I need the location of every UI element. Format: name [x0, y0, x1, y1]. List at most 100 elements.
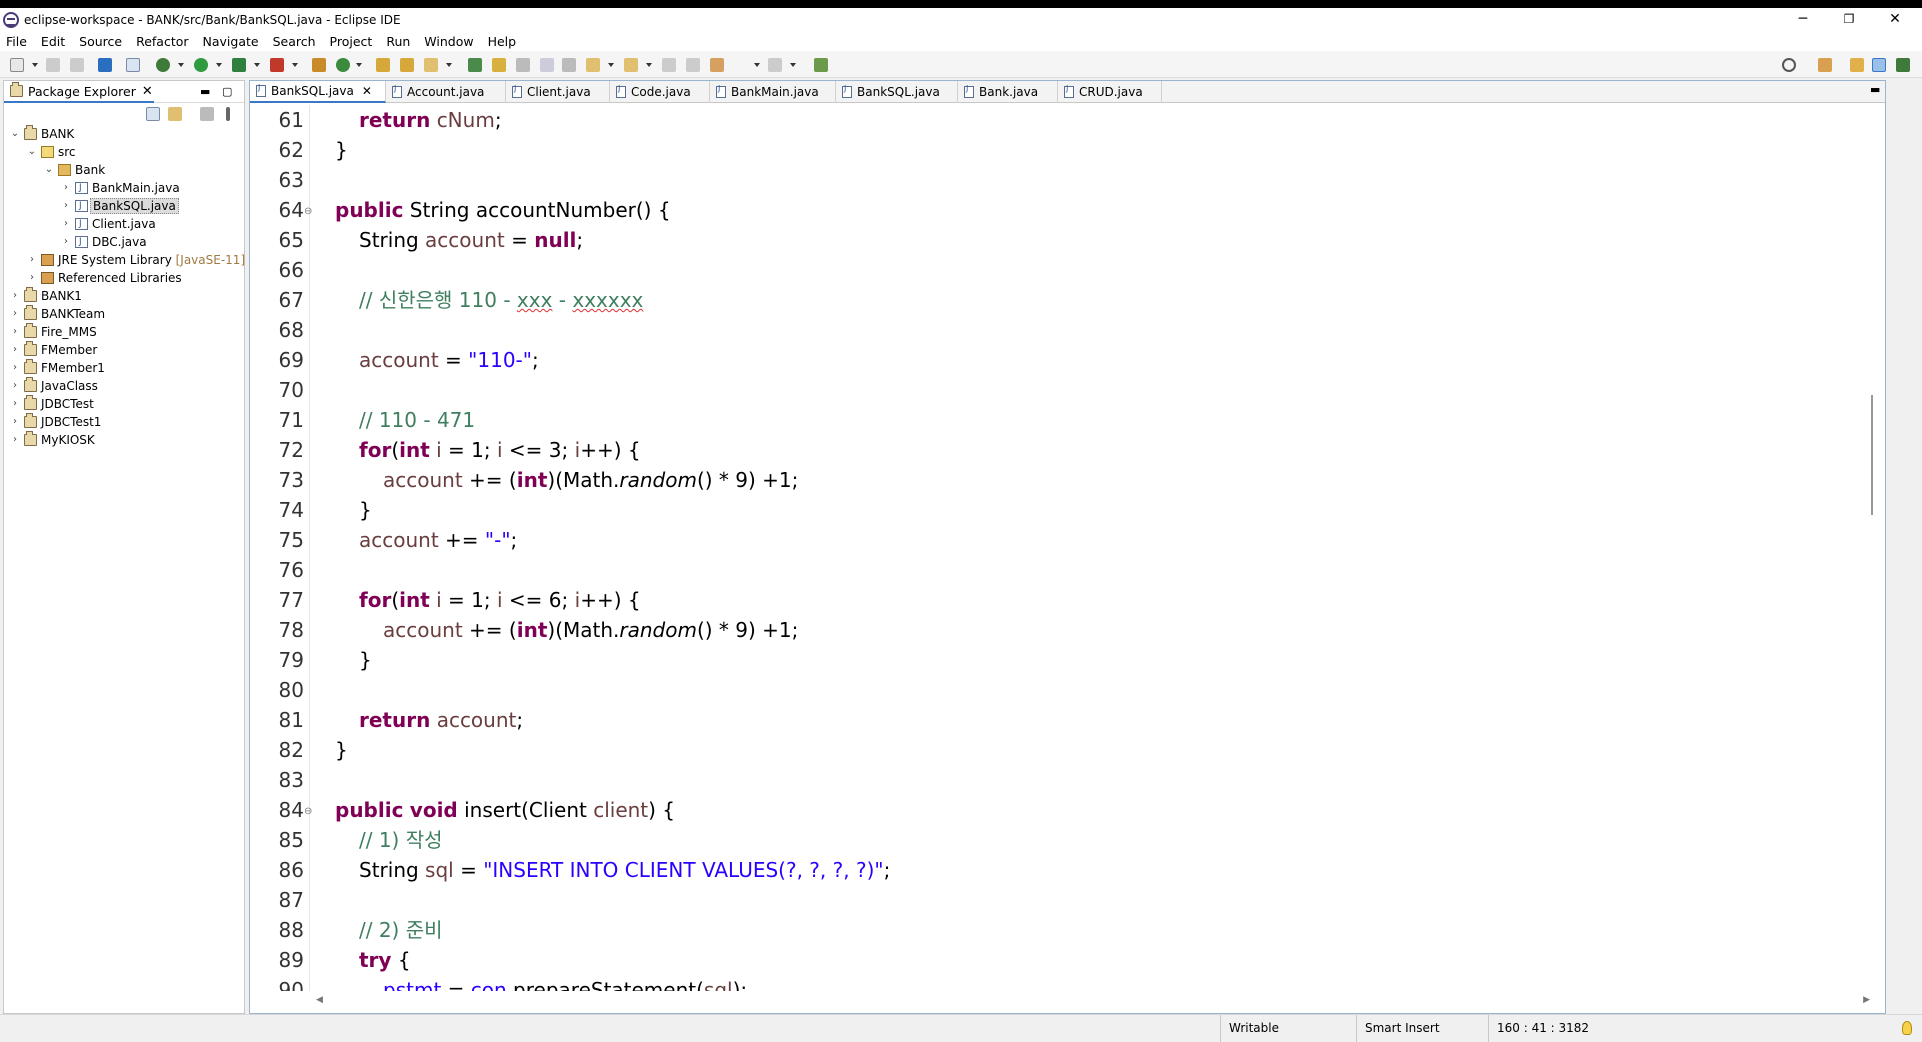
tree-item[interactable]: › DBC.java — [4, 233, 244, 251]
menu-search[interactable]: Search — [273, 34, 316, 49]
menu-source[interactable]: Source — [79, 34, 122, 49]
menu-navigate[interactable]: Navigate — [203, 34, 259, 49]
code-line[interactable]: 89 try { — [262, 945, 1874, 975]
search-icon[interactable] — [1782, 58, 1796, 72]
back-dropdown-icon[interactable] — [754, 63, 760, 67]
editor-tab[interactable]: BankMain.java — [710, 81, 836, 103]
menu-file[interactable]: File — [6, 34, 27, 49]
expand-chevron-icon[interactable]: › — [10, 431, 20, 449]
code-line[interactable]: 66 — [262, 255, 1874, 285]
close-view-icon[interactable]: ✕ — [142, 84, 153, 99]
close-tab-icon[interactable]: ✕ — [362, 84, 372, 98]
fold-toggle-icon[interactable]: ⊖ — [304, 797, 312, 827]
menu-refactor[interactable]: Refactor — [136, 34, 188, 49]
next-annotation-dropdown-icon[interactable] — [608, 63, 614, 67]
coverage-dropdown-icon[interactable] — [254, 63, 260, 67]
show-whitespace-icon[interactable] — [562, 58, 576, 72]
tree-item[interactable]: ⌄ BANK — [4, 125, 244, 143]
forward-history-icon[interactable] — [686, 58, 700, 72]
code-line[interactable]: 86 String sql = "INSERT INTO CLIENT VALUE… — [262, 855, 1874, 885]
code-line[interactable]: 79} — [262, 645, 1874, 675]
new-java-package-icon[interactable] — [312, 58, 326, 72]
tree-item[interactable]: › JavaClass — [4, 377, 244, 395]
new-dropdown-icon[interactable] — [32, 63, 38, 67]
tree-item[interactable]: › JRE System Library [JavaSE-11] — [4, 251, 245, 269]
expand-chevron-icon[interactable]: › — [61, 179, 71, 197]
code-line[interactable]: 85 // 1) 작성 — [262, 825, 1874, 855]
collapse-chevron-icon[interactable]: ⌄ — [27, 143, 37, 161]
code-line[interactable]: 76 — [262, 555, 1874, 585]
code-line[interactable]: 73 account += (int)(Math.random() * 9) +1… — [262, 465, 1874, 495]
toggle-mark-occurrences-icon[interactable] — [492, 58, 506, 72]
maximize-view-icon[interactable]: ▢ — [222, 85, 232, 98]
minimize-button[interactable]: ─ — [1780, 8, 1826, 31]
tree-item[interactable]: ⌄ src — [4, 143, 244, 161]
run-dropdown-icon[interactable] — [216, 63, 222, 67]
menu-help[interactable]: Help — [488, 34, 517, 49]
expand-chevron-icon[interactable]: › — [61, 197, 71, 215]
view-menu-icon[interactable] — [226, 107, 230, 121]
code-line[interactable]: 90 pstmt = con.prepareStatement(sql); — [262, 975, 1874, 991]
code-line[interactable]: 82} — [262, 735, 1874, 765]
toggle-block-selection-icon[interactable] — [540, 58, 554, 72]
skip-breakpoints-icon[interactable] — [126, 58, 140, 72]
editor-tab[interactable]: Bank.java — [958, 81, 1058, 103]
close-window-button[interactable]: ✕ — [1872, 8, 1918, 31]
run-icon[interactable] — [194, 58, 208, 72]
expand-chevron-icon[interactable]: › — [61, 215, 71, 233]
previous-annotation-icon[interactable] — [624, 58, 638, 72]
toggle-annotation-icon[interactable] — [468, 58, 482, 72]
menu-project[interactable]: Project — [330, 34, 373, 49]
open-task-icon[interactable] — [400, 58, 414, 72]
code-line[interactable]: 71 // 110 - 471 — [262, 405, 1874, 435]
debug-dropdown-icon[interactable] — [178, 63, 184, 67]
tree-item[interactable]: › BankMain.java — [4, 179, 244, 197]
external-tools-icon[interactable] — [270, 58, 284, 72]
expand-chevron-icon[interactable]: › — [27, 251, 37, 269]
code-line[interactable]: 75 account += "-"; — [262, 525, 1874, 555]
java-perspective-icon[interactable] — [1872, 58, 1886, 72]
scroll-right-icon[interactable]: ▶ — [1863, 995, 1870, 1005]
new-icon[interactable] — [10, 58, 24, 72]
debug-perspective-icon[interactable] — [1896, 58, 1910, 72]
previous-annotation-dropdown-icon[interactable] — [646, 63, 652, 67]
code-line[interactable]: 78 account += (int)(Math.random() * 9) +1… — [262, 615, 1874, 645]
back-icon[interactable] — [710, 58, 724, 72]
fold-toggle-icon[interactable]: ⊖ — [304, 197, 312, 227]
terminal-icon[interactable] — [98, 58, 112, 72]
code-line[interactable]: 88 // 2) 준비 — [262, 915, 1874, 945]
menu-edit[interactable]: Edit — [41, 34, 65, 49]
toggle-word-wrap-icon[interactable] — [516, 58, 530, 72]
expand-chevron-icon[interactable]: › — [27, 269, 37, 287]
tree-item[interactable]: › Fire_MMS — [4, 323, 244, 341]
minimize-view-icon[interactable]: ▬ — [200, 85, 210, 98]
menu-window[interactable]: Window — [424, 34, 473, 49]
search-dropdown-icon[interactable] — [446, 63, 452, 67]
debug-icon[interactable] — [156, 58, 170, 72]
code-line[interactable]: 68 — [262, 315, 1874, 345]
tab-package-explorer[interactable]: Package Explorer ✕ — [4, 81, 154, 103]
collapse-chevron-icon[interactable]: ⌄ — [44, 161, 54, 179]
code-line[interactable]: 87 — [262, 885, 1874, 915]
tree-item[interactable]: › JDBCTest1 — [4, 413, 244, 431]
open-perspective-icon[interactable] — [1818, 58, 1832, 72]
expand-chevron-icon[interactable]: › — [10, 287, 20, 305]
minimize-editor-icon[interactable]: ▬ — [1870, 83, 1880, 96]
last-edit-location-icon[interactable] — [662, 58, 676, 72]
editor-tab[interactable]: BankSQL.java ✕ — [250, 81, 386, 103]
scroll-left-icon[interactable]: ◀ — [316, 995, 323, 1005]
expand-chevron-icon[interactable]: › — [10, 413, 20, 431]
java-ee-perspective-icon[interactable] — [1850, 58, 1864, 72]
editor-tab[interactable]: Client.java — [506, 81, 610, 103]
coverage-icon[interactable] — [232, 58, 246, 72]
expand-chevron-icon[interactable]: › — [10, 395, 20, 413]
tree-item[interactable]: › FMember1 — [4, 359, 244, 377]
expand-chevron-icon[interactable]: › — [61, 233, 71, 251]
tree-item[interactable]: › FMember — [4, 341, 244, 359]
forward-icon[interactable] — [768, 58, 782, 72]
code-line[interactable]: 72 for(int i = 1; i <= 3; i++) { — [262, 435, 1874, 465]
code-line[interactable]: 74} — [262, 495, 1874, 525]
collapse-all-icon[interactable] — [146, 107, 160, 121]
code-line[interactable]: 70 — [262, 375, 1874, 405]
editor-tab[interactable]: BankSQL.java — [836, 81, 958, 103]
